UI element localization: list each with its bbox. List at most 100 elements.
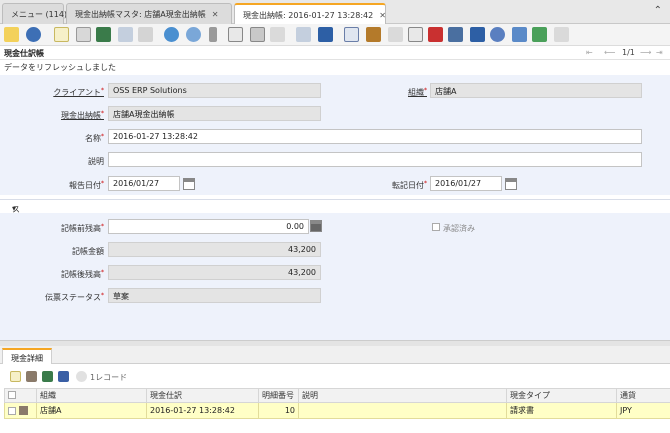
select-all-checkbox[interactable] bbox=[8, 390, 16, 399]
currency-cell[interactable]: JPY bbox=[616, 402, 670, 419]
name-input[interactable]: 2016-01-27 13:28:42 bbox=[108, 129, 642, 144]
new-row-icon[interactable] bbox=[10, 371, 21, 382]
cash-type-cell[interactable]: 請求書 bbox=[506, 402, 617, 419]
column-header[interactable]: 現金タイプ bbox=[506, 388, 617, 403]
column-header[interactable]: 明細番号 bbox=[258, 388, 299, 403]
record-position: 1/1 bbox=[622, 48, 635, 57]
column-header[interactable]: 説明 bbox=[298, 388, 507, 403]
detail-tab-bar: 現金詳細 bbox=[0, 346, 670, 364]
calendar-icon[interactable] bbox=[183, 178, 195, 190]
close-icon[interactable]: ✕ bbox=[379, 11, 386, 20]
close-icon[interactable]: ✕ bbox=[212, 10, 219, 19]
statement-amount-field: 43,200 bbox=[108, 242, 321, 257]
beginning-balance-label: 記帳前残高* bbox=[61, 223, 104, 233]
tab-cash-detail[interactable]: 現金詳細 bbox=[2, 348, 52, 364]
record-info-icon bbox=[76, 371, 87, 382]
status-message: データをリフレッシュしました bbox=[4, 63, 116, 72]
tab-label: 現金出納帳: 2016-01-27 13:28:42 bbox=[243, 11, 374, 20]
status-section-header[interactable]: ▾ ステータス bbox=[0, 199, 670, 258]
window-title: 現金仕訳帳 bbox=[4, 49, 44, 58]
column-header[interactable]: 通貨 bbox=[616, 388, 670, 403]
tab-cash-journal[interactable]: 現金出納帳: 2016-01-27 13:28:42 ✕ bbox=[234, 3, 386, 25]
next-record-icon[interactable]: ⟶ bbox=[640, 48, 651, 57]
grid-header-row: 組織 現金仕訳 明細番号 説明 現金タイプ 通貨 bbox=[4, 388, 670, 403]
cashbook-field: 店舗A現金出納帳 bbox=[108, 106, 321, 121]
row-select-cell[interactable] bbox=[4, 402, 37, 419]
journal-cell[interactable]: 2016-01-27 13:28:42 bbox=[146, 402, 259, 419]
statement-date-input[interactable]: 2016/01/27 bbox=[108, 176, 180, 191]
window-header: 現金仕訳帳 ⇤ ⟵ 1/1 ⟶ ⇥ bbox=[0, 46, 670, 60]
archive-icon[interactable] bbox=[366, 27, 381, 42]
beginning-balance-input[interactable]: 0.00 bbox=[108, 219, 309, 234]
export-icon[interactable] bbox=[512, 27, 527, 42]
edit-row-icon[interactable] bbox=[26, 371, 37, 382]
calendar-icon[interactable] bbox=[505, 178, 517, 190]
history-icon[interactable] bbox=[270, 27, 285, 42]
end-icon[interactable] bbox=[554, 27, 569, 42]
parent-record-icon[interactable] bbox=[296, 27, 311, 42]
approved-checkbox[interactable] bbox=[432, 223, 440, 231]
workflow-icon[interactable] bbox=[428, 27, 443, 42]
translate-icon[interactable] bbox=[448, 27, 463, 42]
cash-detail-grid: 組織 現金仕訳 明細番号 説明 現金タイプ 通貨 店舗A 2016-01-27 … bbox=[4, 388, 670, 419]
import-icon[interactable] bbox=[532, 27, 547, 42]
line-no-cell[interactable]: 10 bbox=[258, 402, 299, 419]
save-icon[interactable] bbox=[118, 27, 133, 42]
name-label: 名称* bbox=[85, 133, 104, 143]
save-row-icon[interactable] bbox=[58, 371, 69, 382]
description-input[interactable] bbox=[108, 152, 642, 167]
description-label: 説明 bbox=[88, 157, 104, 166]
copy-record-icon[interactable] bbox=[76, 27, 91, 42]
client-field: OSS ERP Solutions bbox=[108, 83, 321, 98]
previous-record-icon[interactable]: ⟵ bbox=[604, 48, 615, 57]
last-record-icon[interactable]: ⇥ bbox=[656, 48, 663, 57]
record-count: 1レコード bbox=[90, 373, 128, 382]
chat-icon[interactable] bbox=[228, 27, 243, 42]
accounting-date-label: 転記日付* bbox=[392, 180, 427, 190]
tab-label: メニュー (114) bbox=[11, 10, 68, 19]
collapse-icon[interactable]: ⌃ bbox=[654, 5, 662, 16]
tab-cashbook-master[interactable]: 現金出納帳マスタ: 店舗A現金出納帳 ✕ bbox=[66, 3, 232, 24]
client-label[interactable]: クライアント* bbox=[53, 87, 104, 98]
column-header[interactable]: 組織 bbox=[36, 388, 147, 403]
process-gear-icon[interactable] bbox=[490, 27, 505, 42]
edit-row-icon[interactable] bbox=[18, 406, 28, 415]
grid-toggle-icon[interactable] bbox=[250, 27, 265, 42]
accounting-date-input[interactable]: 2016/01/27 bbox=[430, 176, 502, 191]
first-record-icon[interactable]: ⇤ bbox=[586, 48, 593, 57]
help-icon[interactable] bbox=[26, 27, 41, 42]
tab-menu[interactable]: メニュー (114) bbox=[2, 3, 68, 24]
delete-icon[interactable] bbox=[96, 27, 111, 42]
lock-icon[interactable] bbox=[470, 27, 485, 42]
detail-toolbar: 1レコード bbox=[0, 366, 670, 388]
org-cell[interactable]: 店舗A bbox=[36, 402, 147, 419]
approved-label: 承認済み bbox=[443, 224, 475, 233]
statement-date-label: 報告日付* bbox=[69, 180, 104, 190]
table-row[interactable]: 店舗A 2016-01-27 13:28:42 10 請求書 JPY bbox=[4, 402, 670, 419]
detail-record-icon[interactable] bbox=[318, 27, 333, 42]
statement-amount-label: 記帳金額 bbox=[72, 247, 104, 256]
org-label[interactable]: 組織* bbox=[408, 87, 427, 98]
description-cell[interactable] bbox=[298, 402, 507, 419]
column-header[interactable]: 現金仕訳 bbox=[146, 388, 259, 403]
new-record-icon[interactable] bbox=[54, 27, 69, 42]
save-new-icon[interactable] bbox=[138, 27, 153, 42]
zoom-icon[interactable] bbox=[408, 27, 423, 42]
cashbook-label[interactable]: 現金出納帳* bbox=[61, 110, 104, 121]
search-icon[interactable] bbox=[186, 27, 201, 42]
ending-balance-label: 記帳後残高* bbox=[61, 269, 104, 279]
document-status-label: 伝票ステータス* bbox=[45, 292, 104, 302]
refresh-icon[interactable] bbox=[164, 27, 179, 42]
select-all-header[interactable] bbox=[4, 388, 37, 403]
window-tab-bar: メニュー (114) 現金出納帳マスタ: 店舗A現金出納帳 ✕ 現金出納帳: 20… bbox=[0, 0, 670, 25]
row-checkbox[interactable] bbox=[8, 406, 16, 415]
help-tip-icon[interactable] bbox=[4, 27, 19, 42]
main-toolbar bbox=[0, 24, 670, 46]
document-status-field: 草案 bbox=[108, 288, 321, 303]
attachment-icon[interactable] bbox=[209, 27, 217, 42]
calculator-icon[interactable] bbox=[310, 220, 322, 232]
report-icon[interactable] bbox=[344, 27, 359, 42]
status-form: 記帳前残高* 0.00 承認済み 記帳金額 43,200 記帳後残高* 43,2… bbox=[0, 213, 670, 340]
print-icon[interactable] bbox=[388, 27, 403, 42]
delete-row-icon[interactable] bbox=[42, 371, 53, 382]
